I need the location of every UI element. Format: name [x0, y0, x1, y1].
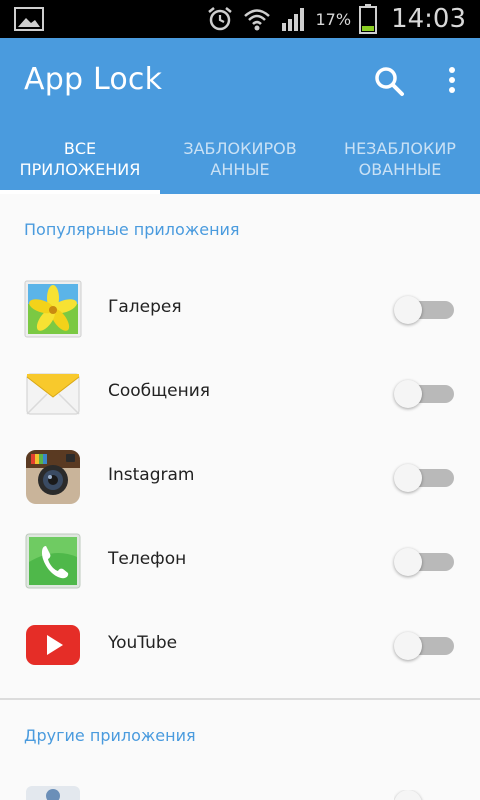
- gallery-app-icon: [24, 280, 82, 338]
- app-name: Галерея: [108, 297, 182, 317]
- alarm-icon: [207, 7, 232, 31]
- tab-all-apps[interactable]: ВСЕ ПРИЛОЖЕНИЯ: [0, 136, 160, 194]
- lock-toggle-phone[interactable]: [394, 548, 454, 576]
- app-list: Популярные приложения Галерея Сообщения …: [0, 194, 480, 800]
- tab-locked[interactable]: ЗАБЛОКИРОВ АННЫЕ: [160, 136, 320, 194]
- section-header-other: Другие приложения: [24, 726, 196, 745]
- wifi-icon: [243, 9, 270, 31]
- status-bar: 17% 14:03: [0, 0, 480, 38]
- lock-toggle-messages[interactable]: [394, 380, 454, 408]
- lock-toggle-gallery[interactable]: [394, 296, 454, 324]
- battery-icon: [359, 4, 378, 34]
- lock-toggle-instagram[interactable]: [394, 464, 454, 492]
- tab-unlocked[interactable]: НЕЗАБЛОКИР ОВАННЫЕ: [320, 136, 480, 194]
- lock-toggle-youtube[interactable]: [394, 632, 454, 660]
- app-name: Телефон: [108, 549, 187, 569]
- section-header-popular: Популярные приложения: [24, 220, 240, 239]
- more-vert-icon[interactable]: [440, 64, 464, 98]
- section-divider: [0, 698, 480, 700]
- messages-app-icon: [26, 373, 80, 415]
- app-row-gallery[interactable]: Галерея: [0, 266, 480, 350]
- app-name: Instagram: [108, 465, 195, 485]
- app-name: YouTube: [108, 633, 178, 653]
- youtube-app-icon: [26, 625, 80, 665]
- app-row-youtube[interactable]: YouTube: [0, 602, 480, 686]
- app-bar: App Lock ВСЕ ПРИЛОЖЕНИЯ ЗАБЛОКИРОВ АННЫЕ…: [0, 38, 480, 194]
- app-title: App Lock: [24, 62, 163, 97]
- partial-app-icon: [26, 786, 80, 800]
- battery-percent: 17%: [315, 9, 352, 29]
- search-icon[interactable]: [372, 64, 406, 98]
- partial-toggle: [394, 790, 454, 800]
- instagram-app-icon: [26, 450, 80, 504]
- gallery-notification-icon: [14, 7, 44, 31]
- app-row-phone[interactable]: Телефон: [0, 518, 480, 602]
- signal-icon: [281, 8, 304, 31]
- phone-app-icon: [25, 533, 81, 589]
- app-row-messages[interactable]: Сообщения: [0, 350, 480, 434]
- app-name: Сообщения: [108, 381, 211, 401]
- tab-bar: ВСЕ ПРИЛОЖЕНИЯ ЗАБЛОКИРОВ АННЫЕ НЕЗАБЛОК…: [0, 136, 480, 194]
- status-time: 14:03: [391, 4, 466, 34]
- app-row-instagram[interactable]: Instagram: [0, 434, 480, 518]
